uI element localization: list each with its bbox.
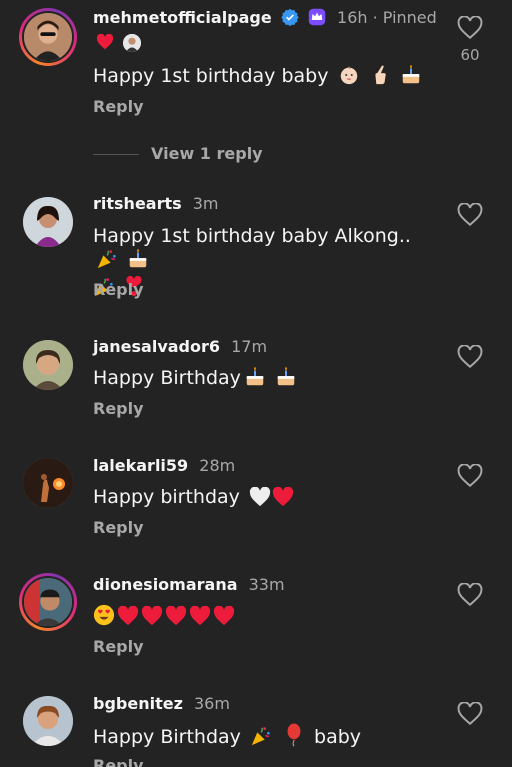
- comment-text: Happy 1st birthday baby Alkong..: [93, 224, 433, 304]
- avatar[interactable]: [19, 336, 77, 394]
- reply-button[interactable]: Reply: [93, 399, 144, 418]
- reply-button[interactable]: Reply: [93, 280, 144, 299]
- comment-body: Happy 1st birthday baby: [93, 65, 329, 87]
- comment-body: Happy 1st birthday baby Alkong..: [93, 225, 411, 247]
- party-popper-emoji-icon: [250, 725, 272, 753]
- comment-meta: mehmetofficialpage 16h · Pinned: [93, 8, 437, 30]
- party-popper-emoji-icon: [96, 248, 118, 276]
- comment-text: Happy 1st birthday baby: [93, 64, 433, 92]
- red-heart-icon: [96, 33, 119, 54]
- comment-text: Happy Birthday baby: [93, 723, 433, 753]
- avatar[interactable]: [19, 8, 77, 66]
- creator-reactions: [96, 33, 142, 54]
- red-heart-emoji-icon: [117, 605, 139, 632]
- comment-body: Happy birthday: [93, 486, 240, 508]
- comment-body: Happy Birthday: [93, 726, 241, 748]
- cake-emoji-icon: [400, 64, 422, 92]
- username[interactable]: janesalvador6: [93, 337, 220, 356]
- timestamp: 3m: [192, 194, 219, 213]
- cake-emoji-icon: [244, 366, 266, 394]
- subscriber-badge-icon: [308, 8, 326, 30]
- white-heart-emoji-icon: [249, 486, 271, 513]
- creator-avatar-icon: [123, 34, 142, 52]
- timestamp: 36m: [194, 694, 230, 713]
- timestamp: 33m: [248, 575, 285, 594]
- reply-button[interactable]: Reply: [93, 756, 144, 767]
- red-heart-emoji-icon: [165, 605, 187, 632]
- comment-text: Happy birthday: [93, 485, 433, 513]
- avatar[interactable]: [19, 193, 77, 251]
- baby-emoji-icon: [338, 64, 360, 92]
- comments-feed: mehmetofficialpage 16h · Pinned Happy 1s…: [0, 0, 512, 767]
- avatar[interactable]: [19, 573, 77, 631]
- avatar[interactable]: [19, 454, 77, 512]
- view-replies-button[interactable]: View 1 reply: [93, 144, 263, 163]
- comment-body: Happy Birthday: [93, 367, 241, 389]
- reply-button[interactable]: Reply: [93, 637, 144, 656]
- like-button[interactable]: [457, 463, 483, 488]
- comment-meta: janesalvador6 17m: [93, 337, 267, 356]
- like-button[interactable]: [457, 202, 483, 227]
- red-heart-emoji-icon: [141, 605, 163, 632]
- red-heart-emoji-icon: [272, 486, 294, 513]
- like-button[interactable]: [457, 701, 483, 726]
- timestamp: 17m: [231, 337, 268, 356]
- comment-meta: bgbenitez 36m: [93, 694, 230, 713]
- like-count: 60: [460, 46, 480, 64]
- like-button[interactable]: [457, 344, 483, 369]
- username[interactable]: bgbenitez: [93, 694, 183, 713]
- username[interactable]: mehmetofficialpage: [93, 8, 272, 27]
- comment-meta: ritshearts 3m: [93, 194, 219, 213]
- crossed-fingers-emoji-icon: [369, 64, 391, 92]
- like-button[interactable]: [457, 582, 483, 607]
- cake-emoji-icon: [127, 248, 149, 276]
- comment-body-suffix: baby: [314, 726, 362, 748]
- comment-meta: lalekarli59 28m: [93, 456, 235, 475]
- verified-badge-icon: [281, 8, 299, 30]
- username[interactable]: ritshearts: [93, 194, 182, 213]
- comment-text: Happy Birthday: [93, 366, 433, 394]
- reply-button[interactable]: Reply: [93, 97, 144, 116]
- username[interactable]: lalekarli59: [93, 456, 188, 475]
- timestamp: 16h: [337, 8, 368, 27]
- reply-button[interactable]: Reply: [93, 518, 144, 537]
- comment-meta: dionesiomarana 33m: [93, 575, 285, 594]
- cake-emoji-icon: [275, 366, 297, 394]
- comment-text: [93, 604, 433, 632]
- like-button[interactable]: [457, 15, 483, 40]
- view-replies-label: View 1 reply: [151, 144, 263, 163]
- pinned-label: · Pinned: [372, 8, 437, 27]
- avatar[interactable]: [19, 692, 77, 750]
- red-heart-emoji-icon: [213, 605, 235, 632]
- timestamp: 28m: [199, 456, 236, 475]
- username[interactable]: dionesiomarana: [93, 575, 238, 594]
- balloon-emoji-icon: [284, 723, 304, 753]
- red-heart-emoji-icon: [189, 605, 211, 632]
- divider-line: [93, 154, 139, 155]
- heart-eyes-emoji-icon: [93, 604, 115, 632]
